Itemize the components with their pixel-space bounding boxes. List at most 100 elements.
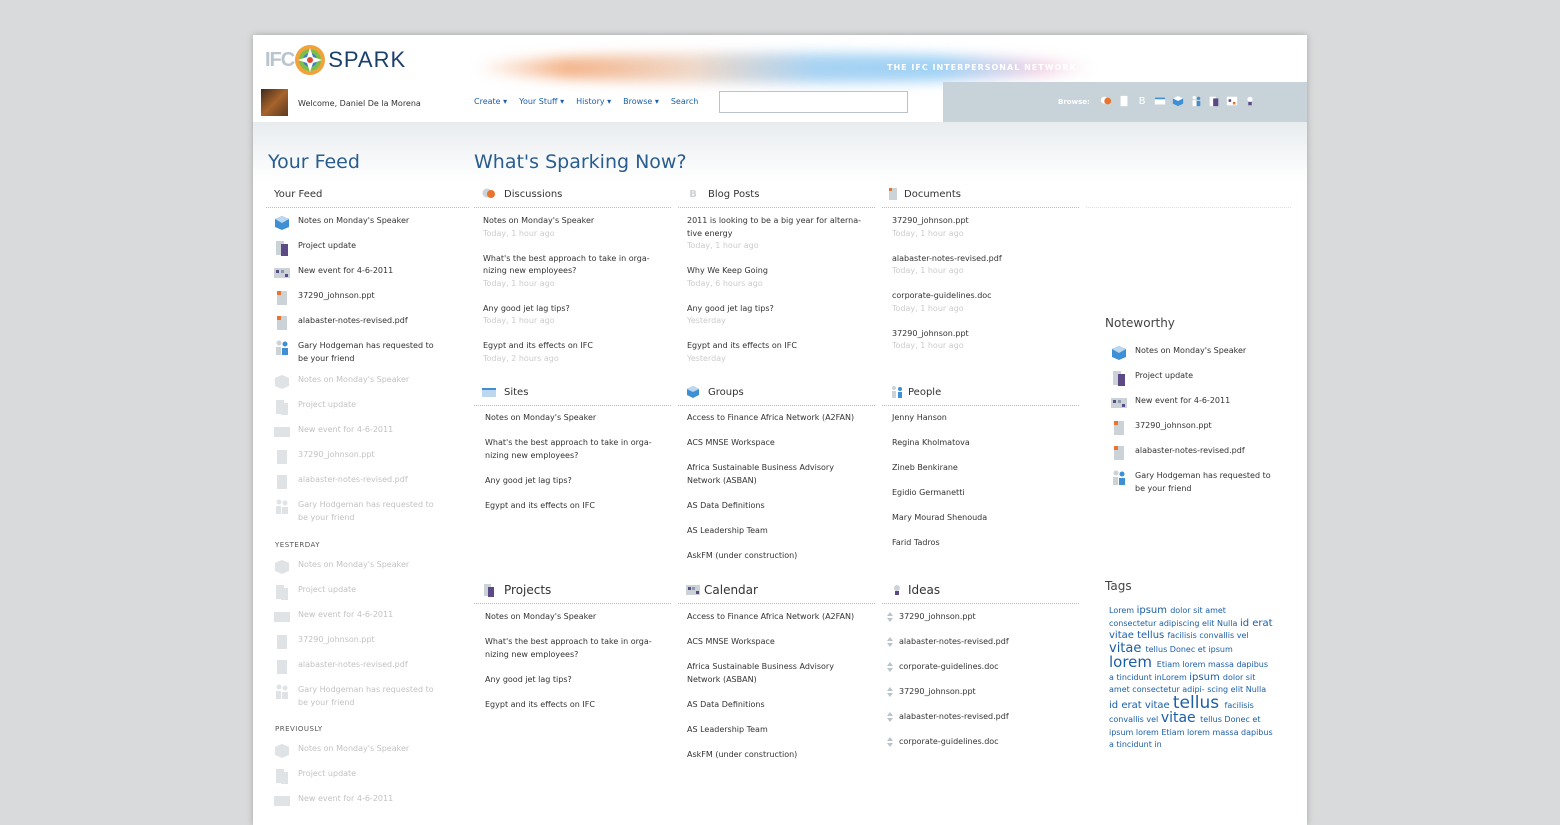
person-item[interactable]: Egidio Germanetti — [892, 487, 965, 500]
tag-link[interactable]: tellus — [1200, 715, 1224, 724]
calendar-header[interactable]: Calendar — [678, 577, 875, 604]
person-item[interactable]: Mary Mourad Shenouda — [892, 512, 987, 525]
list-item[interactable]: alabaster-notes-revised.pdf Today, 1 hour… — [892, 253, 1002, 278]
tag-link[interactable]: tincidunt — [1116, 740, 1154, 749]
list-item[interactable]: Why We Keep Going Today, 6 hours ago — [687, 265, 768, 290]
tag-link[interactable]: lorem — [1187, 728, 1213, 737]
list-item[interactable]: Africa Sustainable Business Advisory Netw… — [687, 462, 834, 487]
tag-link[interactable]: elit — [1231, 685, 1246, 694]
list-item[interactable]: 37290_johnson.ppt Today, 1 hour ago — [892, 328, 969, 353]
discussions-header[interactable]: Discussions — [474, 181, 671, 208]
logo[interactable]: IFC SPARK — [265, 43, 406, 77]
tag-link[interactable]: ipsum — [1137, 605, 1171, 616]
list-item[interactable]: Egypt and its effects on IFC — [485, 500, 595, 513]
tag-link[interactable]: lorem — [1182, 660, 1208, 669]
sites-icon[interactable] — [1154, 94, 1166, 108]
groups-header[interactable]: Groups — [678, 379, 875, 406]
tag-link[interactable]: amet — [1205, 606, 1226, 615]
list-item[interactable]: Any good jet lag tips? Today, 1 hour ago — [483, 303, 570, 328]
sites-header[interactable]: Sites — [474, 379, 671, 406]
tag-link[interactable]: tincidunt — [1116, 673, 1154, 682]
feed-item[interactable]: New event for 4-6-2011 — [274, 265, 393, 281]
groups-icon[interactable] — [1172, 94, 1184, 108]
nav-history[interactable]: History ▾ — [576, 97, 611, 106]
list-item[interactable]: ACS MNSE Workspace — [687, 636, 775, 649]
feed-item[interactable]: New event for 4-6-2011 — [274, 609, 393, 625]
tag-link[interactable]: id — [1240, 618, 1252, 629]
list-item[interactable]: AS Data Definitions — [687, 500, 765, 513]
tag-link[interactable]: consectetur — [1109, 619, 1159, 628]
list-item[interactable]: 2011 is looking to be a big year for alt… — [687, 215, 861, 253]
calendar-icon[interactable] — [1226, 94, 1238, 108]
tag-link[interactable]: Nulla — [1246, 685, 1266, 694]
tag-link[interactable]: massa — [1208, 660, 1236, 669]
tag-link[interactable]: ipsum — [1109, 728, 1136, 737]
list-item[interactable]: Egypt and its effects on IFC — [485, 699, 595, 712]
feed-item[interactable]: Project update — [274, 399, 356, 415]
list-item[interactable]: What's the best approach to take in orga… — [485, 437, 652, 462]
feed-item[interactable]: Gary Hodgeman has requested to be your fr… — [274, 684, 434, 709]
list-item[interactable]: What's the best approach to take in orga… — [483, 253, 650, 291]
tag-link[interactable]: facilisis — [1225, 701, 1254, 710]
feed-item[interactable]: alabaster-notes-revised.pdf — [1111, 445, 1245, 461]
feed-item[interactable]: Gary Hodgeman has requested to be your fr… — [1111, 470, 1271, 495]
feed-item[interactable]: New event for 4-6-2011 — [1111, 395, 1230, 411]
avatar[interactable] — [261, 89, 288, 116]
idea-item[interactable]: corporate-guidelines.doc — [887, 661, 999, 674]
feed-item[interactable]: alabaster-notes-revised.pdf — [274, 659, 408, 675]
feed-item[interactable]: alabaster-notes-revised.pdf — [274, 315, 408, 331]
feed-item[interactable]: alabaster-notes-revised.pdf — [274, 474, 408, 490]
list-item[interactable]: What's the best approach to take in orga… — [485, 636, 652, 661]
tag-link[interactable]: erat — [1252, 618, 1272, 629]
tag-link[interactable]: vitae — [1145, 700, 1173, 711]
feed-item[interactable]: Project update — [274, 240, 356, 256]
list-item[interactable]: Any good jet lag tips? Yesterday — [687, 303, 774, 328]
feed-item[interactable]: 37290_johnson.ppt — [274, 449, 375, 465]
list-item[interactable]: AskFM (under construction) — [687, 749, 797, 762]
feed-item[interactable]: Project update — [274, 768, 356, 784]
projects-icon[interactable] — [1208, 94, 1220, 108]
feed-item[interactable]: 37290_johnson.ppt — [274, 290, 375, 306]
list-item[interactable]: AS Leadership Team — [687, 525, 768, 538]
nav-search[interactable]: Search — [671, 97, 698, 106]
feed-item[interactable]: Notes on Monday's Speaker — [1111, 345, 1246, 361]
tag-link[interactable]: et — [1252, 715, 1260, 724]
list-item[interactable]: Notes on Monday's Speaker — [485, 412, 596, 425]
list-item[interactable]: Egypt and its effects on IFC Today, 2 hou… — [483, 340, 593, 365]
idea-item[interactable]: 37290_johnson.ppt — [887, 611, 976, 624]
feed-item[interactable]: Gary Hodgeman has requested to be your fr… — [274, 340, 434, 365]
blog-header[interactable]: B Blog Posts — [678, 181, 875, 208]
people-header[interactable]: People — [882, 379, 1079, 406]
people-icon[interactable] — [1190, 94, 1202, 108]
feed-item[interactable]: Notes on Monday's Speaker — [274, 374, 409, 390]
list-item[interactable]: AS Leadership Team — [687, 724, 768, 737]
person-item[interactable]: Farid Tadros — [892, 537, 940, 550]
tag-link[interactable]: dolor — [1170, 606, 1193, 615]
feed-item[interactable]: 37290_johnson.ppt — [274, 634, 375, 650]
feed-item[interactable]: Notes on Monday's Speaker — [274, 559, 409, 575]
list-item[interactable]: AskFM (under construction) — [687, 550, 797, 563]
tag-link[interactable]: vel — [1146, 715, 1160, 724]
idea-item[interactable]: alabaster-notes-revised.pdf — [887, 711, 1009, 724]
list-item[interactable]: Africa Sustainable Business Advisory Netw… — [687, 661, 834, 686]
feed-item[interactable]: Notes on Monday's Speaker — [274, 743, 409, 759]
vote-arrows-icon[interactable] — [887, 636, 893, 647]
vote-arrows-icon[interactable] — [887, 736, 893, 747]
feed-item[interactable]: Project update — [274, 584, 356, 600]
tag-link[interactable]: convallis — [1109, 715, 1146, 724]
tag-link[interactable]: inLorem — [1154, 673, 1189, 682]
tag-link[interactable]: vel — [1237, 631, 1249, 640]
tag-link[interactable]: Donec — [1170, 645, 1198, 654]
tag-link[interactable]: vitae — [1161, 710, 1200, 726]
tag-link[interactable]: erat — [1121, 700, 1145, 711]
list-item[interactable]: AS Data Definitions — [687, 699, 765, 712]
list-item[interactable]: Notes on Monday's Speaker Today, 1 hour a… — [483, 215, 594, 240]
nav-your-stuff[interactable]: Your Stuff ▾ — [519, 97, 564, 106]
tag-link[interactable]: Etiam — [1161, 728, 1187, 737]
list-item[interactable]: Any good jet lag tips? — [485, 475, 572, 488]
tag-link[interactable]: Lorem — [1109, 606, 1137, 615]
tag-link[interactable]: et — [1198, 645, 1209, 654]
discussions-icon[interactable] — [1100, 94, 1112, 108]
vote-arrows-icon[interactable] — [887, 711, 893, 722]
vote-arrows-icon[interactable] — [887, 611, 893, 622]
